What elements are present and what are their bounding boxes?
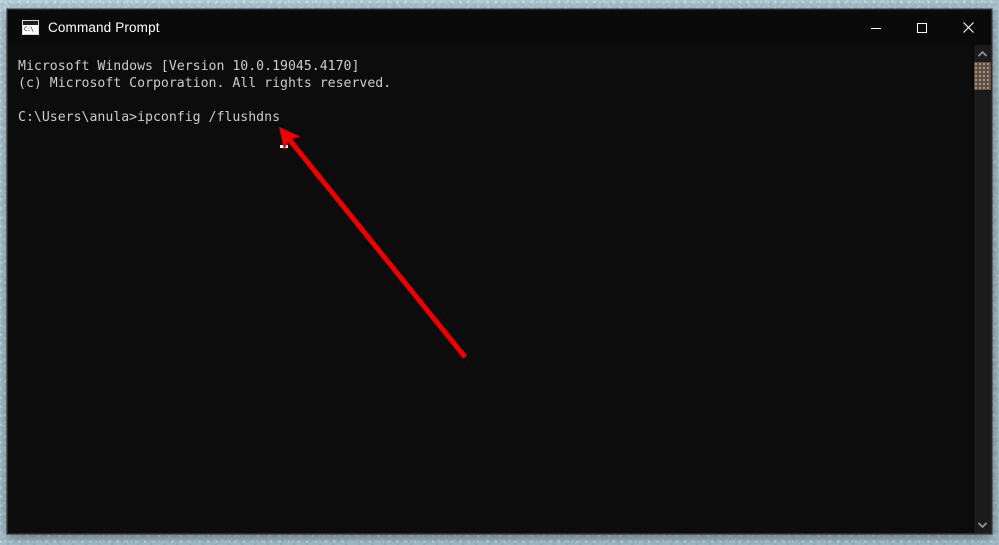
window-titlebar[interactable]: Command Prompt: [8, 10, 991, 45]
vertical-scrollbar[interactable]: [973, 45, 991, 533]
command-prompt-window[interactable]: Command Prompt Microsoft Windows [V: [7, 9, 992, 534]
scroll-up-arrow-icon[interactable]: [974, 45, 991, 62]
window-controls: [853, 10, 991, 45]
scroll-down-arrow-icon[interactable]: [974, 516, 991, 533]
maximize-button[interactable]: [899, 10, 945, 45]
console-text: Microsoft Windows [Version 10.0.19045.41…: [18, 59, 392, 125]
scrollbar-thumb[interactable]: [974, 62, 991, 90]
scrollbar-track[interactable]: [974, 62, 991, 516]
text-cursor: [280, 145, 288, 148]
close-button[interactable]: [945, 10, 991, 45]
terminal-output-area[interactable]: Microsoft Windows [Version 10.0.19045.41…: [8, 45, 991, 533]
command-prompt-icon: [22, 20, 39, 35]
window-title: Command Prompt: [48, 20, 160, 35]
minimize-button[interactable]: [853, 10, 899, 45]
